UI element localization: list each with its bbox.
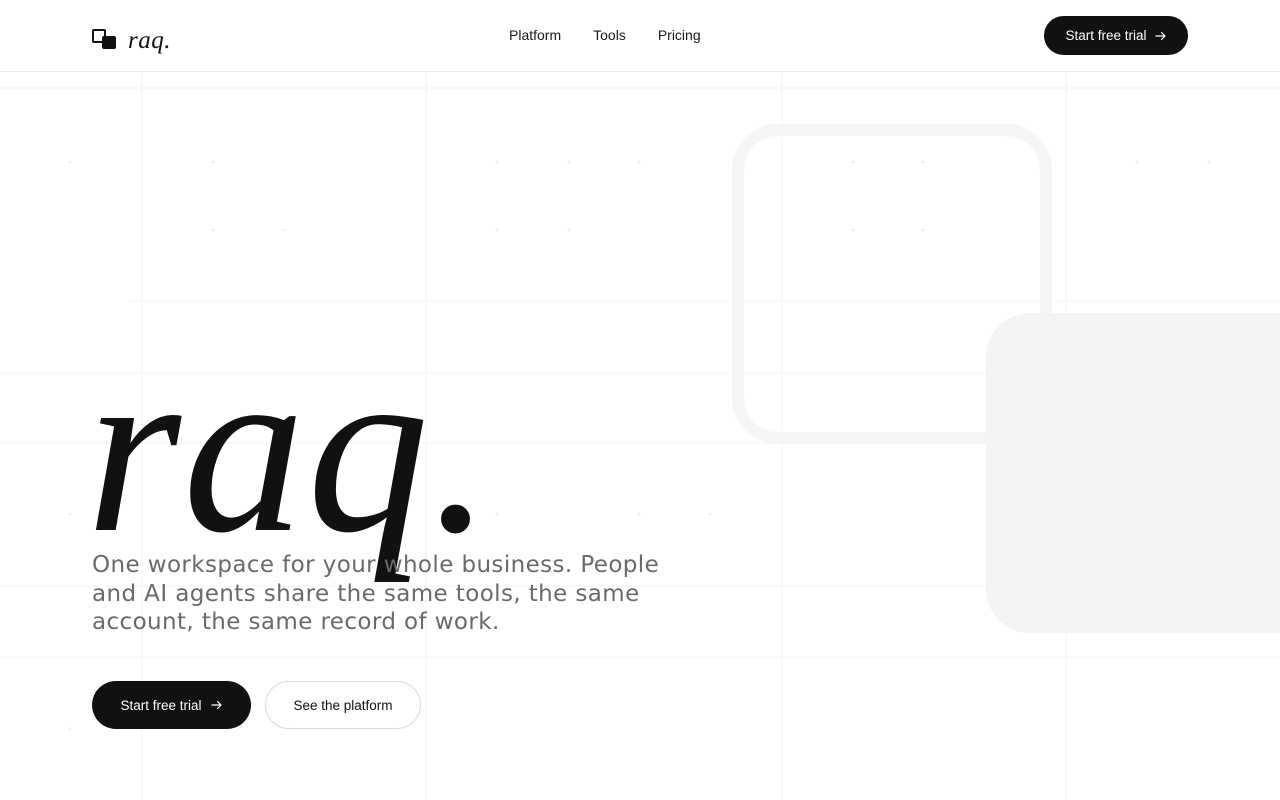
nav-link-tools[interactable]: Tools	[593, 26, 626, 44]
arrow-right-icon	[1154, 31, 1167, 41]
nav-link-platform[interactable]: Platform	[509, 26, 561, 44]
nav-link-pricing[interactable]: Pricing	[658, 26, 701, 44]
site-header: raq. Platform Tools Pricing Start free t…	[0, 0, 1280, 72]
hero-tagline: One workspace for your whole business. P…	[92, 552, 660, 635]
brand-name: raq.	[128, 27, 171, 54]
main-nav: Platform Tools Pricing	[509, 26, 701, 44]
hero-wordmark: raq.	[86, 313, 494, 583]
start-trial-button[interactable]: Start free trial	[92, 681, 251, 729]
header-start-trial-label: Start free trial	[1065, 28, 1147, 43]
brand-logo-link[interactable]: raq.	[92, 22, 171, 53]
see-platform-label: See the platform	[293, 697, 393, 713]
start-trial-label: Start free trial	[120, 697, 202, 713]
see-platform-button[interactable]: See the platform	[265, 681, 421, 729]
header-start-trial-button[interactable]: Start free trial	[1044, 16, 1188, 55]
decorative-filled-square	[986, 313, 1280, 633]
arrow-right-icon	[210, 700, 223, 710]
landing-page: raq. Platform Tools Pricing Start free t…	[0, 0, 1280, 800]
overlapping-squares-icon	[92, 26, 117, 50]
